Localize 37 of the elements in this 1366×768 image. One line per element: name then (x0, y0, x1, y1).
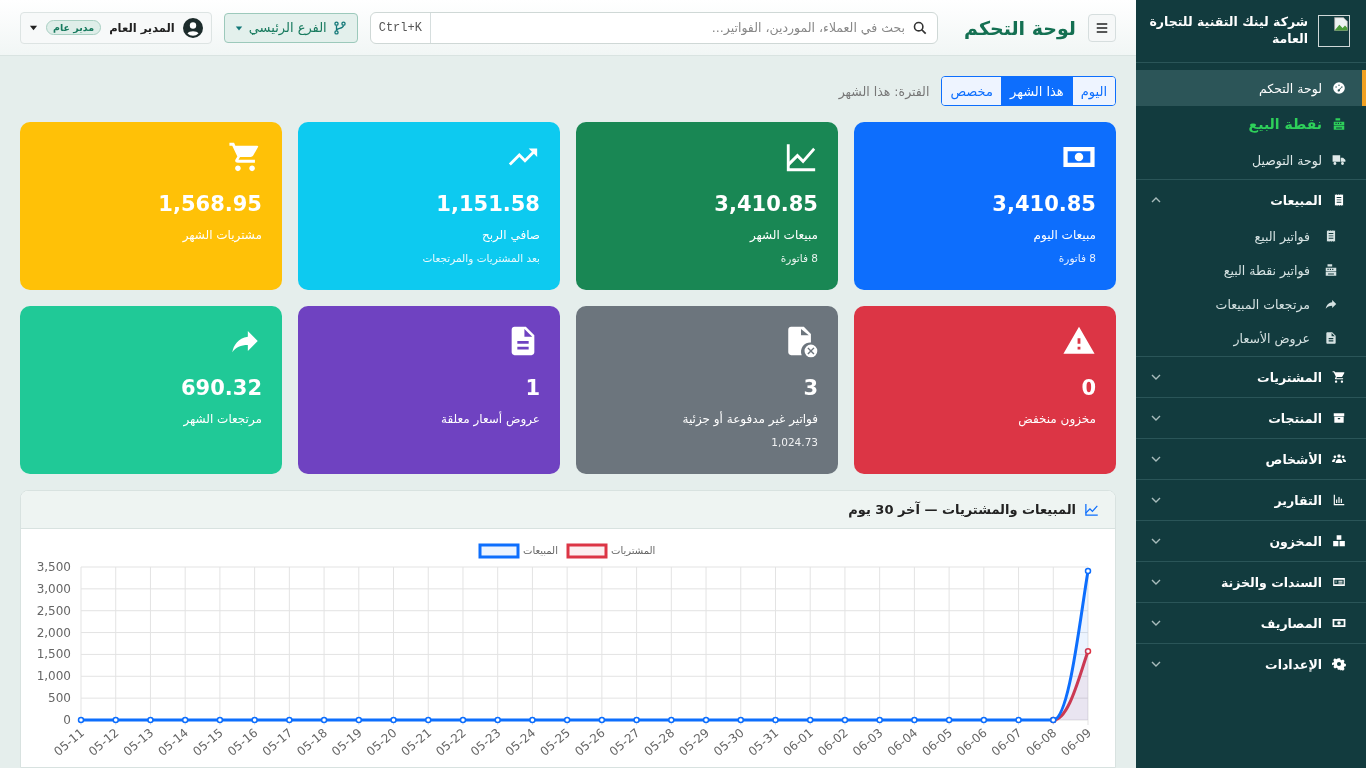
legend-label: المشتريات (611, 545, 656, 556)
stat-label: فواتير غير مدفوعة أو جزئية (682, 412, 818, 426)
stat-value: 3,410.85 (992, 192, 1096, 216)
stat-value: 1 (525, 376, 540, 400)
stat-label: مرتجعات الشهر (183, 412, 262, 426)
y-tick-label: 3,000 (36, 581, 71, 596)
stat-label: مخزون منخفض (1018, 412, 1096, 426)
stat-subtext: بعد المشتريات والمرتجعات (422, 252, 540, 264)
stat-label: مبيعات اليوم (1033, 228, 1096, 242)
role-badge: مدير عام (46, 20, 102, 35)
stat-label: عروض أسعار معلقة (440, 412, 540, 426)
stat-label: صافي الربح (481, 228, 540, 242)
legend-label: المبيعات (523, 545, 558, 556)
stat-subtext: 8 فاتورة (780, 252, 818, 264)
company-name: شركة لينك التقنية للتجارة العامة (1148, 14, 1308, 48)
stat-subtext: 8 فاتورة (1058, 252, 1096, 264)
y-tick-label: 1,500 (36, 647, 71, 662)
y-tick-label: 2,500 (36, 603, 71, 618)
y-tick-label: 1,000 (36, 669, 71, 684)
stat-value: 1,151.58 (436, 192, 540, 216)
stat-value: 0 (1081, 376, 1096, 400)
stat-value: 3,410.85 (714, 192, 818, 216)
stat-value: 1,568.95 (158, 192, 262, 216)
y-tick-label: 3,500 (36, 560, 71, 574)
stat-label: مبيعات الشهر (749, 228, 818, 242)
period-label: الفترة: هذا الشهر (838, 83, 930, 99)
stat-value: 690.32 (180, 376, 262, 400)
stat-subtext: 1,024.73 (771, 436, 818, 448)
user-name: المدير العام (109, 20, 175, 35)
stat-value: 3 (803, 376, 818, 400)
stat-label: مشتريات الشهر (182, 228, 262, 242)
y-tick-label: 0 (63, 713, 71, 727)
y-tick-label: 2,000 (36, 625, 71, 640)
page-title: لوحة التحكم (964, 16, 1076, 39)
shortcut-hint: Ctrl+K (370, 12, 431, 43)
chart-title: المبيعات والمشتريات — آخر 30 يوم (848, 502, 1076, 517)
y-tick-label: 500 (48, 691, 71, 706)
